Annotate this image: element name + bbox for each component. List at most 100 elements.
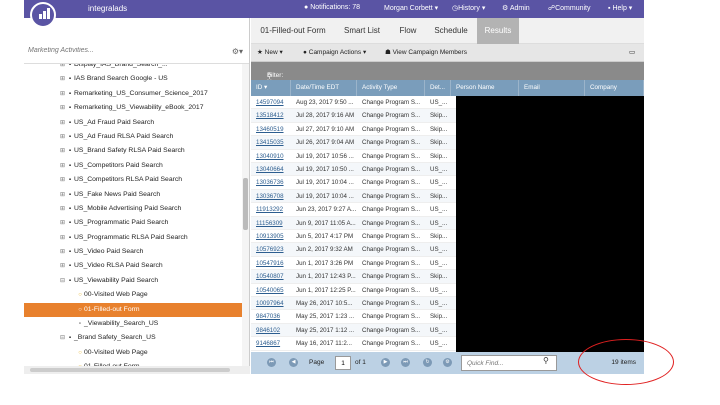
activity-id-link[interactable]: 13036736 [251,176,291,189]
tree-item[interactable]: ○ 00-Visited Web Page [24,288,242,302]
table-cell: Change Program S... [362,286,421,294]
activity-id-link[interactable]: 9146867 [251,337,291,350]
left-tree-panel: ⚙▾ ⊞▪Display_IAS_Brand_Search_...⊞▪IAS B… [24,18,250,374]
tree-item[interactable]: ⊞ ▪ US_Programmatic RLSA Paid Search [24,231,242,245]
tree-item[interactable]: ▫ _Viewability_Search_US [24,317,242,331]
folder-icon: ▪ [68,263,72,270]
page-input[interactable] [335,356,351,370]
activity-id-link[interactable]: 9846102 [251,324,291,337]
column-header[interactable]: ID ▾ [251,80,291,96]
user-menu[interactable]: Morgan Corbett ▾ [384,4,438,12]
tree-item[interactable]: ⊞ ▪ US_Video RLSA Paid Search [24,259,242,273]
filter-bar[interactable]: ⚲ Filter: None [251,62,644,86]
folder-icon: ▪ [68,105,72,112]
help-menu[interactable]: ▪ Help ▾ [608,4,632,12]
export-icon[interactable]: ▭ [629,48,635,56]
tree-item[interactable]: ⊞ ▪ Remarketing_US_Consumer_Science_2017 [24,87,242,101]
activity-id-link[interactable]: 13460519 [251,123,291,136]
table-cell: Skip... [430,192,448,200]
table-cell: US_... [430,219,448,227]
table-cell: Skip... [430,112,448,120]
campaign-actions-button[interactable]: ● Campaign Actions ▾ [303,48,366,56]
column-header[interactable]: Date/Time EDT [291,80,357,96]
history-menu[interactable]: ◷History ▾ [452,4,485,12]
last-page-icon[interactable]: ⏭ [401,358,410,367]
activity-id-link[interactable]: 10576923 [251,243,291,256]
activity-id-link[interactable]: 10097964 [251,297,291,310]
next-page-icon[interactable]: ▶ [381,358,390,367]
help-icon: ▪ [608,5,611,12]
tree-vertical-scrollbar[interactable] [242,64,249,366]
column-header[interactable]: Company [585,80,644,96]
new-icon: ★ [257,49,263,56]
tree-item[interactable]: ⊞ ▪ US_Ad Fraud RLSA Paid Search [24,130,242,144]
tree-settings-icon[interactable]: ⚙▾ [232,47,243,56]
activity-id-link[interactable]: 13036708 [251,190,291,203]
tree-item[interactable]: ○01-Filled-out Form [24,302,242,318]
activity-id-link[interactable]: 11156309 [251,217,291,230]
activity-id-link[interactable]: 10540807 [251,270,291,283]
activity-id-link[interactable]: 13415035 [251,136,291,149]
table-cell: US_... [430,286,448,294]
admin-link[interactable]: ⚙ Admin [502,4,530,12]
activity-id-link[interactable]: 11913292 [251,203,291,216]
folder-icon: ▪ [68,205,72,212]
activity-id-link[interactable]: 10547916 [251,257,291,270]
tree-item-label: US_Video RLSA Paid Search [74,262,163,270]
tree-item[interactable]: ⊟ ▪ _Brand Safety_Search_US [24,331,242,345]
tree-item[interactable]: ⊞ ▪ US_Video Paid Search [24,245,242,259]
column-header[interactable]: Det... [425,80,451,96]
view-campaign-members-button[interactable]: ☗ View Campaign Members [385,48,467,56]
tree-item[interactable]: ⊞ ▪ US_Brand Safety RLSA Paid Search [24,144,242,158]
folder-icon: ▪ [68,234,72,241]
tree-item[interactable]: ⊞ ▪ US_Competitors Paid Search [24,159,242,173]
table-cell: Change Program S... [362,313,421,321]
table-cell: Skip... [430,313,448,321]
tree-item[interactable]: ⊞ ▪ US_Mobile Advertising Paid Search [24,202,242,216]
tab-campaign-name[interactable]: 01-Filled-out Form [251,18,335,44]
prev-page-icon[interactable]: ◀ [289,358,298,367]
tree-item[interactable]: ⊞ ▪ US_Programmatic Paid Search [24,216,242,230]
activity-id-link[interactable]: 9847036 [251,310,291,323]
activity-id-link[interactable]: 10913905 [251,230,291,243]
activity-id-link[interactable]: 13040664 [251,163,291,176]
activity-id-link[interactable]: 13040910 [251,150,291,163]
gear-icon: ⚙ [502,5,509,12]
tree-item[interactable]: ⊞ ▪ US_Competitors RLSA Paid Search [24,173,242,187]
search-icon[interactable]: ⚲ [543,356,549,365]
app-logo[interactable] [30,2,56,28]
tree-item[interactable]: ⊞ ▪ Display_IAS_Brand_Search_... [24,64,242,72]
page-icon: ▫ [78,321,82,328]
new-button[interactable]: ★ New ▾ [257,48,283,56]
tree-search-input[interactable] [28,47,208,54]
tab-results[interactable]: Results [477,18,519,44]
column-header[interactable]: Person Name [451,80,519,96]
tab-smart-list[interactable]: Smart List [337,18,387,44]
activity-id-link[interactable]: 14597094 [251,96,291,109]
column-header[interactable]: Activity Type [357,80,425,96]
tree-item[interactable]: ⊞ ▪ US_Ad Fraud Paid Search [24,116,242,130]
tab-flow[interactable]: Flow [391,18,425,44]
notifications-link[interactable]: ● Notifications: 78 [304,4,360,11]
tree-item[interactable]: ⊞ ▪ Remarketing_US_Viewability_eBook_2017 [24,101,242,115]
tree-item[interactable]: ⊞ ▪ IAS Brand Search Google - US [24,72,242,86]
table-cell: Jun 23, 2017 9:27 A... [296,206,357,214]
tree-item[interactable]: ⊟ ▪ US_Viewability Paid Search [24,274,242,288]
refresh-icon[interactable]: ↻ [423,358,432,367]
column-header[interactable]: Email [519,80,585,96]
tree-item[interactable]: ○ 00-Visited Web Page [24,346,242,360]
tree-item[interactable]: ⊞ ▪ US_Fake News Paid Search [24,188,242,202]
first-page-icon[interactable]: ⏮ [267,358,276,367]
community-link[interactable]: ☍Community [548,4,591,12]
table-cell: Jun 9, 2017 11:05 A... [296,219,356,227]
tab-schedule[interactable]: Schedule [428,18,474,44]
toolbar: ★ New ▾ ● Campaign Actions ▾ ☗ View Camp… [251,44,644,62]
tree-horizontal-scrollbar[interactable] [24,366,250,374]
activity-id-link[interactable]: 10540065 [251,284,291,297]
table-cell: Change Program S... [362,340,421,348]
grid-settings-icon[interactable]: ⚙ [443,358,452,367]
table-cell: Change Program S... [362,139,421,147]
table-cell: US_... [430,300,448,307]
activity-id-link[interactable]: 13518412 [251,109,291,122]
table-cell: Change Program S... [362,246,421,254]
